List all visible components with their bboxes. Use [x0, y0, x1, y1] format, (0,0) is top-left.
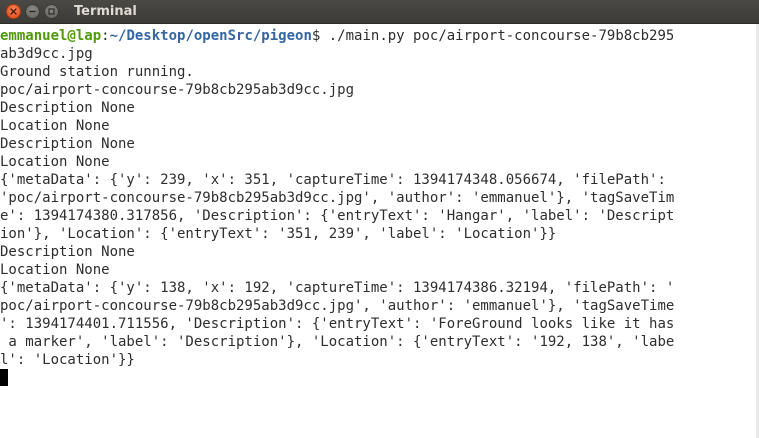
output-line: poc/airport-concourse-79b8cb295ab3d9cc.j… — [0, 298, 675, 314]
output-line: Description None — [0, 136, 135, 152]
prompt-symbol: $ — [311, 28, 329, 44]
output-line: Description None — [0, 244, 135, 260]
output-line: poc/airport-concourse-79b8cb295ab3d9cc.j… — [0, 82, 355, 98]
text-cursor — [0, 369, 8, 386]
terminal-output[interactable]: emmanuel@lap:~/Desktop/openSrc/pigeon$ .… — [0, 27, 759, 438]
output-line: Description None — [0, 100, 135, 116]
output-line: ': 1394174401.711556, 'Description': {'e… — [0, 316, 675, 332]
output-line: Location None — [0, 154, 110, 170]
output-line: ion'}, 'Location': {'entryText': '351, 2… — [0, 226, 557, 242]
minimize-icon — [29, 10, 36, 13]
minimize-button[interactable] — [25, 4, 40, 19]
output-line: {'metaData': {'y': 138, 'x': 192, 'captu… — [0, 280, 675, 296]
terminal-window: Terminal emmanuel@lap:~/Desktop/openSrc/… — [0, 0, 759, 438]
output-line: {'metaData': {'y': 239, 'x': 351, 'captu… — [0, 172, 666, 188]
close-button[interactable] — [6, 4, 21, 19]
output-line: 'poc/airport-concourse-79b8cb295ab3d9cc.… — [0, 190, 675, 206]
prompt-separator: : — [101, 28, 110, 44]
output-line: Location None — [0, 118, 110, 134]
maximize-icon — [48, 8, 55, 15]
output-line: Location None — [0, 262, 110, 278]
output-line: e': 1394174380.317856, 'Description': {'… — [0, 208, 675, 224]
prompt-command: ./main.py poc/airport-concourse-79b8cb29… — [328, 28, 675, 44]
close-icon — [10, 8, 17, 15]
output-line: Ground station running. — [0, 64, 194, 80]
output-line: l': 'Location'}} — [0, 352, 135, 368]
cursor-line — [0, 369, 759, 387]
title-bar[interactable]: Terminal — [0, 0, 759, 24]
prompt-line: emmanuel@lap:~/Desktop/openSrc/pigeon$ .… — [0, 27, 759, 45]
prompt-user-host: emmanuel@lap — [0, 28, 102, 44]
output-line: a marker', 'label': 'Description'}, 'Loc… — [0, 334, 675, 350]
maximize-button[interactable] — [44, 4, 59, 19]
window-title: Terminal — [74, 4, 137, 19]
prompt-path: ~/Desktop/openSrc/pigeon — [109, 28, 312, 44]
output-line: ab3d9cc.jpg — [0, 46, 93, 62]
